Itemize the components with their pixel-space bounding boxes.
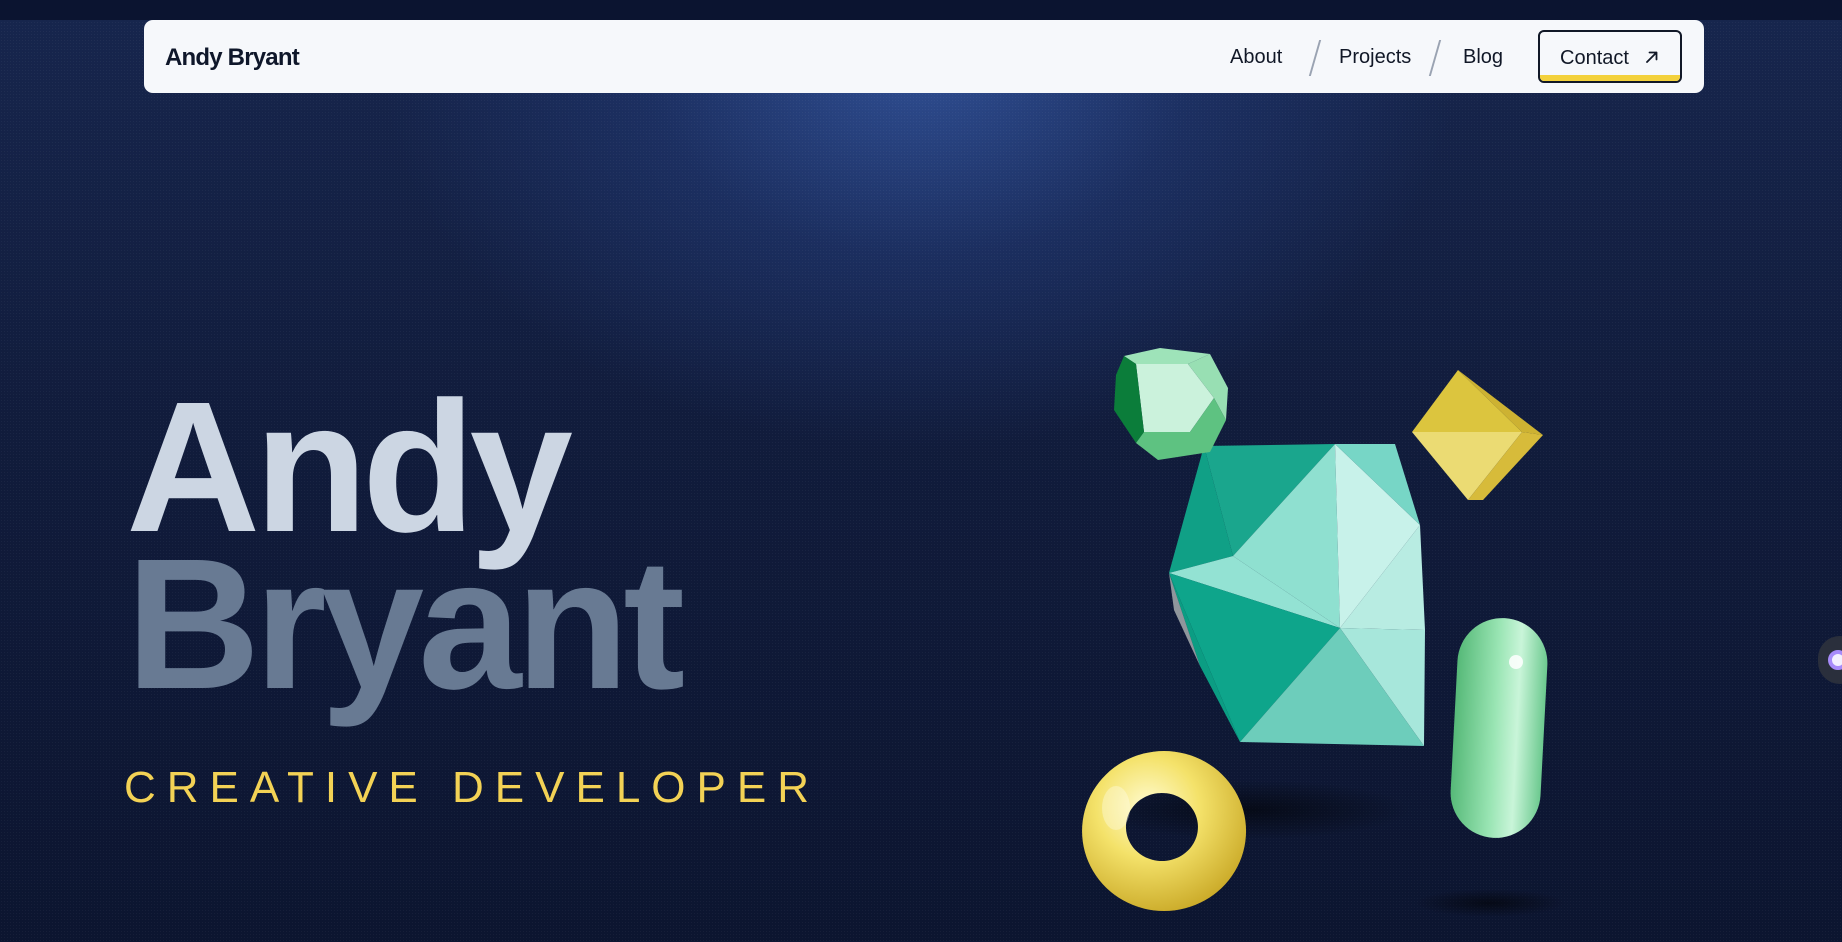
nav-link-about[interactable]: About xyxy=(1230,46,1282,69)
brand-logo[interactable]: Andy Bryant xyxy=(165,44,300,72)
nav-separator xyxy=(1428,40,1442,76)
hero-3d-shapes xyxy=(1082,348,1565,917)
green-dodecahedron xyxy=(1114,348,1228,460)
navbar: Andy Bryant About Projects Blog Contact xyxy=(144,20,1704,93)
hero-tagline: CREATIVE DEVELOPER xyxy=(124,763,820,812)
nav-link-projects[interactable]: Projects xyxy=(1339,46,1411,69)
nav-link-blog[interactable]: Blog xyxy=(1463,46,1503,69)
contact-label: Contact xyxy=(1560,47,1629,69)
widget-icon xyxy=(1828,650,1842,670)
top-edge xyxy=(0,0,1842,20)
arrow-up-right-icon xyxy=(1646,51,1658,63)
shape-shadow xyxy=(1415,889,1565,917)
floating-chat-widget[interactable] xyxy=(1818,636,1842,684)
yellow-octahedron xyxy=(1412,370,1543,500)
nav-separator xyxy=(1308,40,1322,76)
hero-last-name: Bryant xyxy=(126,521,685,728)
contact-accent-bar xyxy=(1540,75,1680,81)
green-capsule xyxy=(1450,618,1548,838)
contact-button[interactable]: Contact xyxy=(1538,30,1682,83)
teal-icosahedron xyxy=(1169,444,1425,746)
